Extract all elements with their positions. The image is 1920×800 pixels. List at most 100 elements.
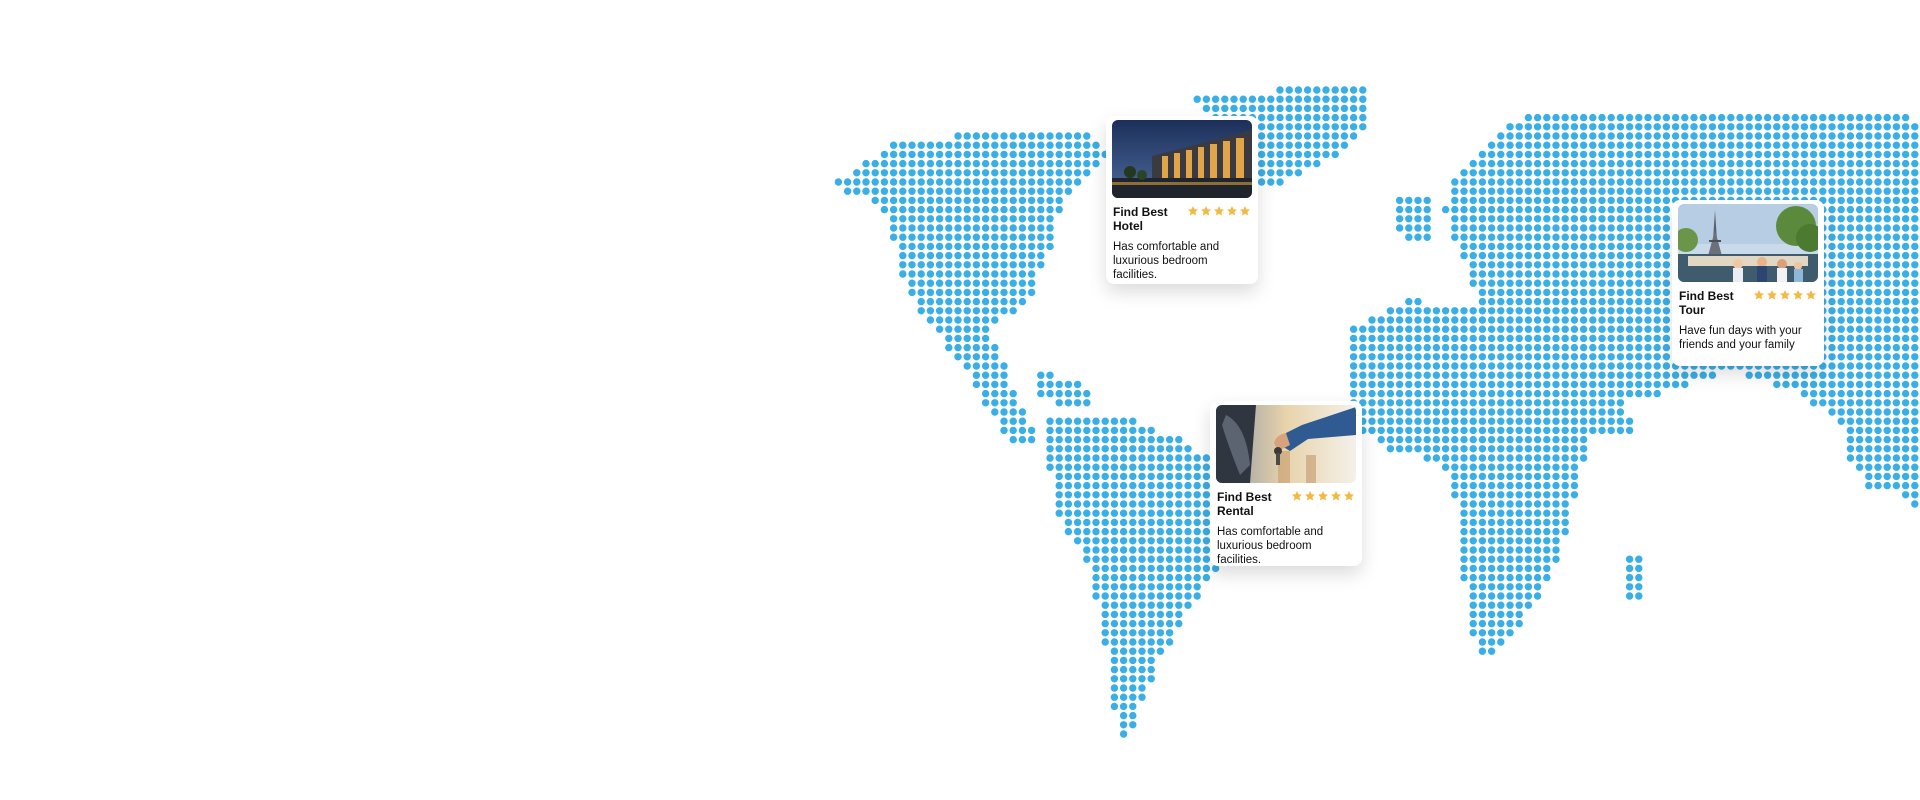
map-dot	[1846, 159, 1855, 168]
map-dot	[1423, 426, 1431, 435]
map-dot	[1497, 343, 1505, 352]
map-dot	[1552, 123, 1560, 131]
map-dot	[1175, 463, 1183, 471]
map-dot	[1763, 141, 1772, 149]
map-dot	[1561, 242, 1569, 251]
map-dot	[1865, 169, 1873, 177]
card-find-rental[interactable]: Find Best Rental Has comfortable and lux…	[1210, 401, 1362, 566]
map-dot	[1202, 518, 1211, 527]
map-dot	[1119, 564, 1128, 573]
map-dot	[1883, 325, 1891, 333]
map-dot	[1819, 178, 1827, 186]
map-dot	[1405, 435, 1413, 444]
map-dot	[1579, 187, 1588, 195]
map-dot	[1193, 95, 1201, 103]
map-dot	[1211, 104, 1220, 113]
map-dot	[981, 297, 990, 306]
map-dot	[1524, 169, 1533, 177]
map-dot	[1598, 270, 1606, 278]
map-dot	[1644, 150, 1652, 159]
map-dot	[1911, 123, 1919, 131]
map-dot	[1460, 169, 1468, 177]
map-dot	[954, 187, 962, 195]
map-dot	[1110, 491, 1119, 499]
map-dot	[1570, 224, 1579, 232]
map-dot	[1828, 132, 1836, 140]
map-dot	[1625, 343, 1634, 352]
map-dot	[1073, 481, 1082, 490]
map-dot	[1589, 279, 1597, 287]
map-dot	[1395, 205, 1404, 214]
map-dot	[1478, 629, 1487, 637]
map-dot	[1552, 270, 1560, 278]
map-dot	[1809, 380, 1818, 389]
map-dot	[1487, 233, 1496, 241]
map-dot	[1855, 205, 1864, 214]
map-dot	[1699, 132, 1707, 140]
map-dot	[1552, 169, 1560, 177]
map-dot	[1138, 573, 1146, 582]
map-dot	[1000, 307, 1008, 315]
map-dot	[1165, 629, 1174, 637]
map-dot	[1874, 316, 1882, 324]
map-dot	[1855, 141, 1864, 149]
map-dot	[1543, 288, 1551, 297]
map-dot	[1018, 297, 1027, 306]
map-dot	[1478, 463, 1487, 471]
map-dot	[1497, 334, 1505, 343]
map-dot	[991, 297, 999, 306]
map-dot	[1616, 288, 1625, 297]
map-dot	[1156, 583, 1165, 591]
map-dot	[1552, 297, 1560, 306]
map-dot	[1147, 518, 1155, 527]
map-dot	[1625, 592, 1634, 600]
map-dot	[1579, 380, 1588, 389]
map-dot	[899, 187, 907, 195]
map-dot	[1901, 445, 1910, 453]
map-dot	[1469, 619, 1477, 628]
map-dot	[1368, 417, 1376, 425]
map-dot	[1487, 546, 1496, 554]
map-dot	[1478, 251, 1487, 260]
map-dot	[1487, 491, 1496, 499]
map-dot	[1101, 546, 1109, 554]
map-dot	[1579, 316, 1588, 324]
map-dot	[1911, 196, 1919, 205]
map-dot	[1101, 601, 1109, 609]
map-dot	[1497, 307, 1505, 315]
card-find-hotel[interactable]: Find Best Hotel Has comfortable and luxu…	[1106, 116, 1258, 284]
card-find-tour[interactable]: Find Best Tour Have fun days with your f…	[1672, 200, 1824, 366]
map-dot	[1368, 389, 1376, 398]
map-dot	[908, 233, 916, 241]
map-dot	[963, 343, 971, 352]
map-dot	[1313, 132, 1321, 140]
map-dot	[1543, 141, 1551, 149]
map-dot	[1506, 187, 1514, 195]
map-dot	[1874, 399, 1882, 407]
map-dot	[1018, 159, 1027, 168]
map-dot	[1009, 270, 1017, 278]
map-dot	[926, 215, 935, 223]
map-dot	[1377, 408, 1385, 416]
car-key-rental-photo	[1216, 405, 1356, 483]
map-dot	[1423, 224, 1431, 232]
map-dot	[1083, 417, 1091, 425]
map-dot	[1267, 123, 1275, 131]
map-dot	[945, 205, 953, 214]
map-dot	[1165, 537, 1174, 545]
map-dot	[1699, 159, 1707, 168]
map-dot	[1441, 463, 1450, 471]
map-dot	[1579, 399, 1588, 407]
map-dot	[1901, 334, 1910, 343]
map-dot	[1837, 132, 1845, 140]
map-dot	[1883, 362, 1891, 370]
map-dot	[1681, 169, 1689, 177]
map-dot	[1543, 113, 1551, 122]
map-dot	[1552, 251, 1560, 260]
map-dot	[1092, 417, 1100, 425]
map-dot	[1570, 205, 1579, 214]
map-dot	[1708, 123, 1717, 131]
map-dot	[1607, 261, 1615, 269]
map-dot	[1046, 454, 1054, 462]
map-dot	[1855, 334, 1864, 343]
